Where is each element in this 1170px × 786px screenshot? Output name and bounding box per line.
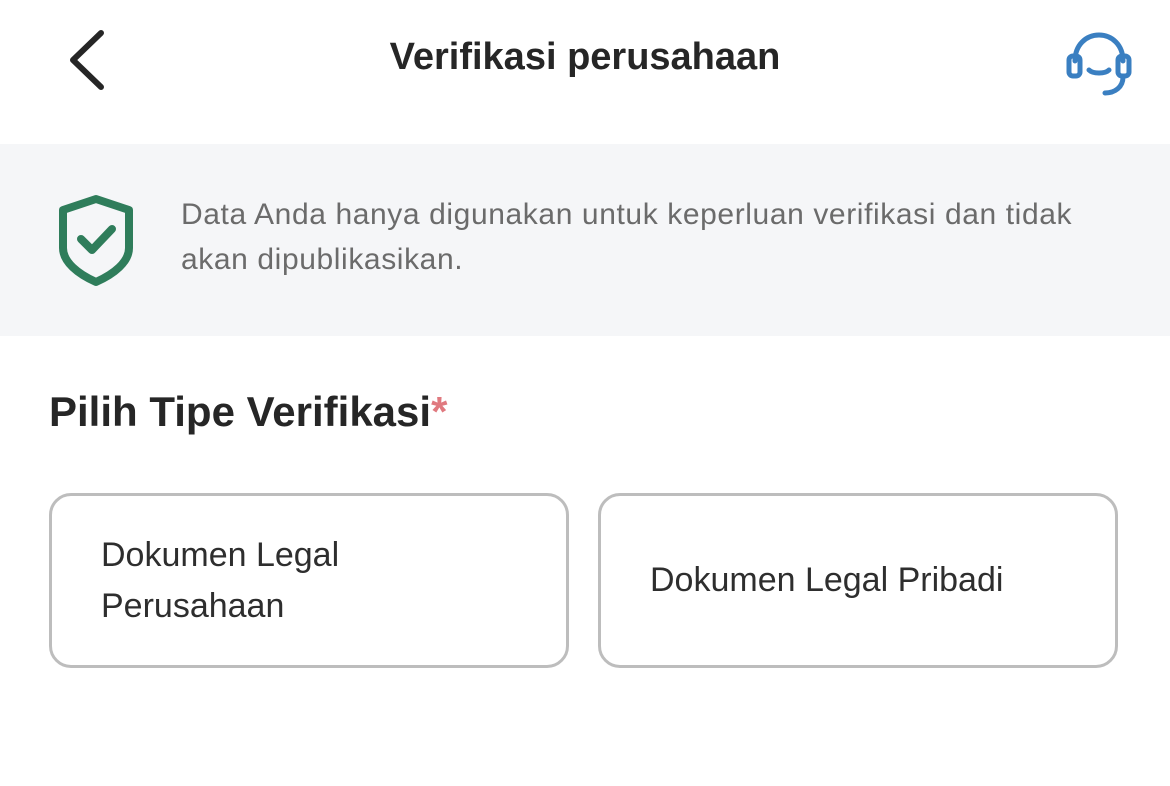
privacy-notice-text: Data Anda hanya digunakan untuk keperlua… [181, 198, 1073, 276]
verification-type-heading: Pilih Tipe Verifikasi* [49, 388, 447, 436]
option-company-legal-documents[interactable]: Dokumen Legal Perusahaan [49, 493, 569, 668]
option-personal-legal-documents[interactable]: Dokumen Legal Pribadi [598, 493, 1118, 668]
headset-icon [1066, 32, 1132, 96]
verification-type-heading-text: Pilih Tipe Verifikasi [49, 388, 432, 435]
support-button[interactable] [1054, 18, 1144, 108]
app-screen: Verifikasi perusahaan Data Anda hanya di… [0, 0, 1170, 786]
top-bar: Verifikasi perusahaan [0, 0, 1170, 125]
privacy-notice-banner: Data Anda hanya digunakan untuk keperlua… [0, 144, 1170, 336]
option-label: Dokumen Legal Pribadi [650, 561, 1004, 599]
shield-check-icon [59, 195, 133, 286]
page-title: Verifikasi perusahaan [389, 36, 781, 78]
required-asterisk: * [431, 388, 448, 435]
option-label: Dokumen Legal Perusahaan [101, 535, 340, 625]
